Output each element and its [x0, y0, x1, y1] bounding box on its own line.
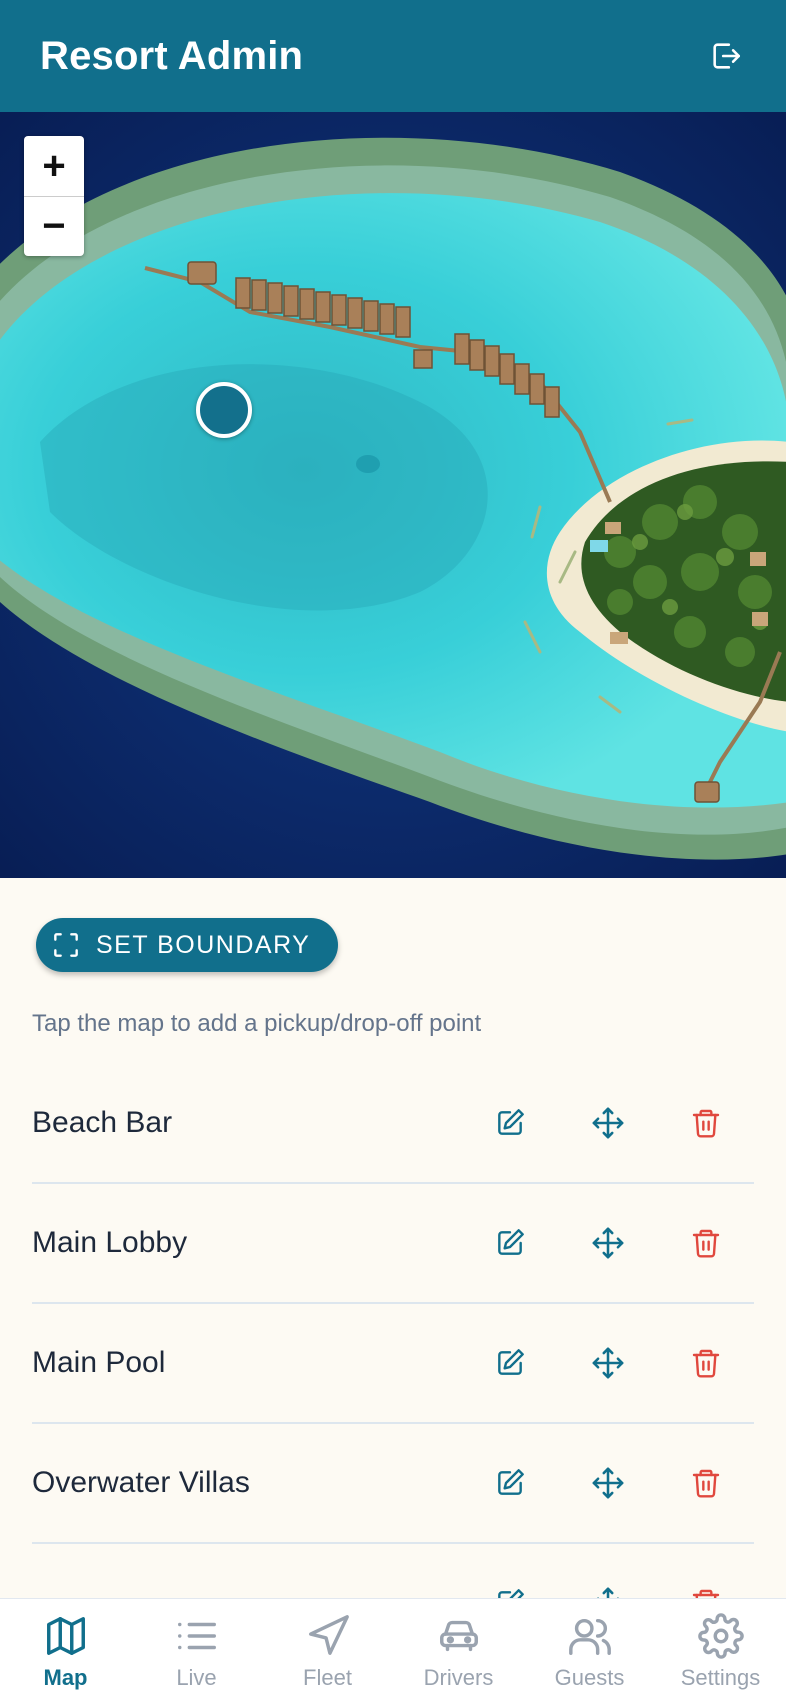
trash-icon: [692, 1109, 720, 1138]
move-icon: [592, 1467, 624, 1499]
trash-icon: [692, 1469, 720, 1498]
list-item: Overwater Villas: [32, 1424, 754, 1544]
list-icon: [177, 1622, 216, 1649]
edit-location-button[interactable]: [490, 1103, 530, 1143]
resort-map[interactable]: + −: [0, 112, 786, 878]
zoom-control: + −: [24, 136, 84, 256]
edit-icon: [498, 1589, 524, 1598]
edit-location-button[interactable]: [490, 1463, 530, 1503]
nav-item-drivers[interactable]: Drivers: [393, 1599, 524, 1704]
bottom-navigation: Map Live Fleet Drivers Guests Settings: [0, 1598, 786, 1704]
scan-frame-icon: [54, 933, 78, 957]
nav-label: Live: [176, 1664, 217, 1690]
nav-item-fleet[interactable]: Fleet: [262, 1599, 393, 1704]
nav-label: Drivers: [423, 1664, 494, 1690]
location-list: Beach Bar Main Lobby Main Pool Overwater…: [32, 1064, 754, 1598]
trash-icon: [692, 1589, 720, 1598]
move-location-button[interactable]: [588, 1103, 628, 1143]
delete-location-button[interactable]: [686, 1463, 726, 1503]
list-item: Beach Bar: [32, 1064, 754, 1184]
edit-icon: [498, 1109, 524, 1135]
delete-location-button[interactable]: [686, 1223, 726, 1263]
edit-location-button[interactable]: [490, 1583, 530, 1598]
delete-location-button[interactable]: [686, 1343, 726, 1383]
move-location-button[interactable]: [588, 1463, 628, 1503]
move-icon: [592, 1227, 624, 1259]
edit-icon: [498, 1349, 524, 1375]
nav-item-map[interactable]: Map: [0, 1599, 131, 1704]
nav-item-live[interactable]: Live: [131, 1599, 262, 1704]
users-icon: [568, 1618, 611, 1655]
location-name: Main Pool: [32, 1346, 166, 1379]
car-icon: [439, 1620, 478, 1651]
gear-icon: [697, 1612, 744, 1659]
map-icon: [46, 1616, 85, 1655]
move-location-button[interactable]: [588, 1223, 628, 1263]
location-name: Main Lobby: [32, 1226, 188, 1259]
edit-location-button[interactable]: [490, 1343, 530, 1383]
move-icon: [592, 1107, 624, 1139]
location-marker[interactable]: [196, 382, 252, 438]
logout-button[interactable]: [702, 32, 750, 80]
satellite-map-image: [0, 112, 786, 878]
location-name: Beach Bar: [32, 1106, 173, 1139]
delete-location-button[interactable]: [686, 1583, 726, 1598]
edit-icon: [498, 1229, 524, 1255]
app-header: Resort Admin: [0, 0, 786, 112]
logout-icon: [713, 43, 741, 69]
list-item: [32, 1544, 754, 1598]
page-title: Resort Admin: [40, 33, 304, 78]
nav-item-settings[interactable]: Settings: [655, 1599, 786, 1704]
edit-location-button[interactable]: [490, 1223, 530, 1263]
nav-label: Fleet: [303, 1664, 352, 1690]
set-boundary-button[interactable]: SET BOUNDARY: [36, 918, 339, 972]
move-icon: [597, 1587, 619, 1598]
nav-label: Guests: [554, 1664, 625, 1690]
move-location-button[interactable]: [588, 1343, 628, 1383]
move-icon: [592, 1347, 624, 1379]
list-item: Main Lobby: [32, 1184, 754, 1304]
map-hint-text: Tap the map to add a pickup/drop-off poi…: [32, 1010, 482, 1037]
navigation-icon: [308, 1614, 349, 1655]
nav-label: Settings: [680, 1664, 761, 1690]
list-item: Main Pool: [32, 1304, 754, 1424]
nav-label: Map: [43, 1664, 88, 1690]
nav-item-guests[interactable]: Guests: [524, 1599, 655, 1704]
trash-icon: [692, 1229, 720, 1258]
edit-icon: [498, 1469, 524, 1495]
locations-panel: SET BOUNDARY Tap the map to add a pickup…: [0, 878, 786, 1598]
delete-location-button[interactable]: [686, 1103, 726, 1143]
zoom-in-button[interactable]: +: [24, 136, 84, 196]
move-location-button[interactable]: [588, 1583, 628, 1598]
zoom-out-button[interactable]: −: [24, 195, 84, 257]
set-boundary-label: SET BOUNDARY: [96, 930, 311, 959]
trash-icon: [692, 1349, 720, 1378]
location-name: Overwater Villas: [32, 1466, 250, 1499]
